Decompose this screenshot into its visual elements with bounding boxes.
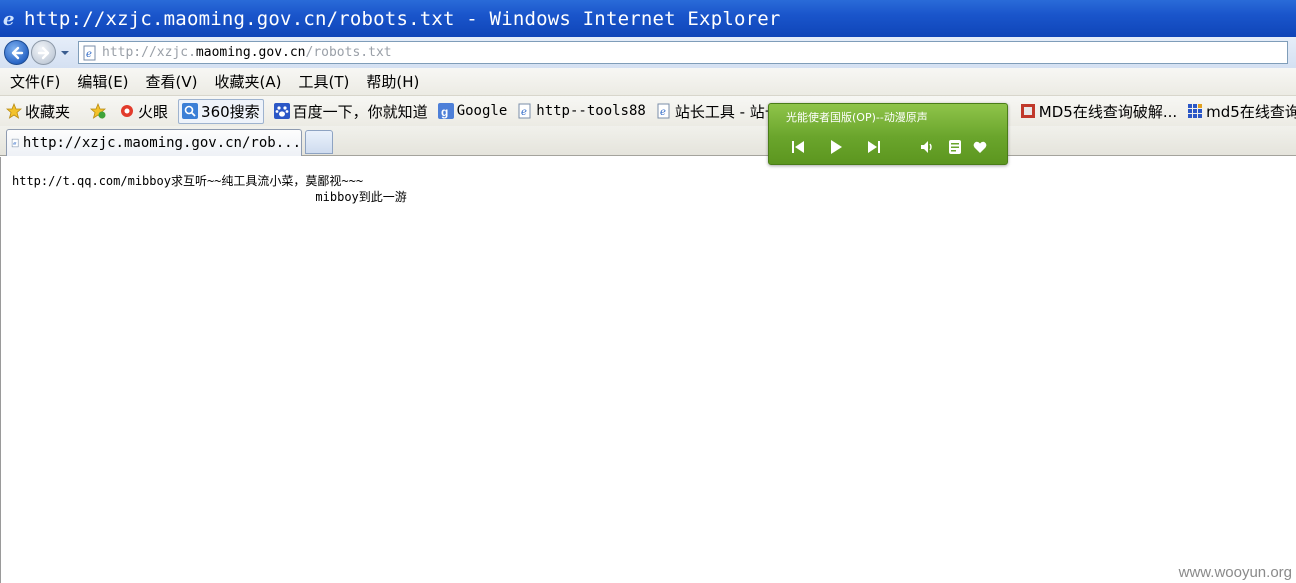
new-tab-button[interactable] bbox=[305, 130, 333, 154]
menu-bar: 文件(F) 编辑(E) 查看(V) 收藏夹(A) 工具(T) 帮助(H) bbox=[0, 68, 1296, 96]
fav-link-baidu[interactable]: 百度一下，你就知道 bbox=[273, 101, 428, 122]
tab-robots[interactable]: e http://xzjc.maoming.gov.cn/rob... bbox=[6, 129, 302, 156]
favorites-label: 收藏夹 bbox=[25, 102, 71, 121]
play-button[interactable] bbox=[827, 138, 845, 156]
title-bar: e http://xzjc.maoming.gov.cn/robots.txt … bbox=[0, 0, 1296, 37]
robots-txt-body: http://t.qq.com/mibboy求互听~~纯工具流小菜，莫鄙视~~~… bbox=[12, 174, 407, 204]
svg-text:g: g bbox=[441, 105, 448, 119]
previous-button[interactable] bbox=[789, 138, 807, 156]
svg-text:e: e bbox=[3, 9, 14, 30]
tab-label: http://xzjc.maoming.gov.cn/rob... bbox=[22, 135, 301, 151]
fav-link-zhanzhang[interactable]: e 站长工具 - 站长 bbox=[656, 101, 780, 122]
star-icon bbox=[6, 103, 22, 119]
svg-text:e: e bbox=[660, 107, 666, 118]
address-suffix: /robots.txt bbox=[305, 45, 392, 60]
address-toolbar: e http://xzjc. maoming.gov.cn/robots.txt bbox=[0, 37, 1296, 68]
baidu-paw-icon bbox=[273, 103, 290, 119]
tab-bar: e http://xzjc.maoming.gov.cn/rob... bbox=[0, 126, 1296, 156]
favorites-button[interactable]: 收藏夹 bbox=[6, 101, 70, 122]
menu-help[interactable]: 帮助(H) bbox=[366, 71, 419, 92]
fav-link-md5-grid[interactable]: md5在线查询破解 bbox=[1187, 101, 1296, 122]
music-mini-player[interactable]: 光能使者国版(OP)--动漫原声 bbox=[768, 103, 1008, 165]
skip-forward-icon bbox=[868, 141, 880, 153]
fav-label: http--tools88 bbox=[536, 103, 646, 119]
ie-logo-icon: e bbox=[3, 9, 14, 30]
play-icon bbox=[831, 140, 842, 154]
fav-link-md5-cmd5[interactable]: MD5在线查询破解... bbox=[1020, 101, 1177, 122]
menu-file[interactable]: 文件(F) bbox=[10, 71, 60, 92]
volume-button[interactable] bbox=[919, 138, 937, 156]
fav-label: 百度一下，你就知道 bbox=[292, 102, 428, 121]
fav-label: md5在线查询破解 bbox=[1206, 102, 1296, 121]
recent-pages-dropdown[interactable] bbox=[58, 46, 72, 60]
ie-page-icon: e bbox=[83, 45, 96, 60]
svg-text:e: e bbox=[521, 107, 527, 118]
fav-label: 站长工具 - 站长 bbox=[674, 102, 780, 121]
google-icon: g bbox=[437, 103, 454, 119]
svg-text:e: e bbox=[86, 49, 92, 60]
playlist-icon bbox=[949, 140, 961, 154]
next-button[interactable] bbox=[865, 138, 883, 156]
ie-page-icon: e bbox=[657, 103, 670, 119]
fav-link-360[interactable]: 360搜索 bbox=[178, 98, 264, 124]
arrow-left-icon bbox=[11, 46, 23, 59]
back-button[interactable] bbox=[4, 40, 29, 65]
arrow-right-icon bbox=[37, 46, 49, 59]
forward-button[interactable] bbox=[31, 40, 56, 65]
fav-link-tools88[interactable]: e http--tools88 bbox=[517, 103, 646, 119]
fav-label: MD5在线查询破解... bbox=[1038, 102, 1178, 121]
window-title: http://xzjc.maoming.gov.cn/robots.txt - … bbox=[24, 7, 781, 30]
add-star-icon bbox=[90, 103, 107, 119]
md5-icon bbox=[1020, 104, 1035, 118]
ie-page-icon: e bbox=[518, 103, 531, 119]
playlist-button[interactable] bbox=[946, 138, 964, 156]
menu-favorites[interactable]: 收藏夹(A) bbox=[215, 71, 282, 92]
fav-label: 360搜索 bbox=[201, 102, 260, 121]
ie-page-icon: e bbox=[11, 138, 19, 147]
fav-link-google[interactable]: g Google bbox=[437, 103, 508, 119]
chevron-down-icon bbox=[61, 50, 69, 55]
menu-edit[interactable]: 编辑(E) bbox=[77, 71, 128, 92]
search-icon bbox=[182, 103, 199, 119]
address-prefix: http://xzjc. bbox=[102, 45, 196, 60]
watermark: www.wooyun.org bbox=[1178, 564, 1292, 581]
page-content: http://t.qq.com/mibboy求互听~~纯工具流小菜，莫鄙视~~~… bbox=[0, 157, 1296, 583]
fav-link-huoyan[interactable]: 火眼 bbox=[119, 101, 168, 122]
song-title: 光能使者国版(OP)--动漫原声 bbox=[786, 111, 928, 124]
eye-icon bbox=[121, 105, 134, 117]
favorite-song-button[interactable] bbox=[971, 138, 989, 156]
heart-icon bbox=[973, 141, 987, 153]
volume-icon bbox=[921, 141, 932, 153]
menu-view[interactable]: 查看(V) bbox=[146, 71, 198, 92]
fav-label: Google bbox=[456, 103, 508, 119]
address-host: maoming.gov.cn bbox=[195, 45, 306, 60]
address-input[interactable]: e http://xzjc. maoming.gov.cn/robots.txt bbox=[78, 41, 1288, 64]
grid-icon bbox=[1188, 104, 1203, 118]
favorites-bar: 收藏夹 火眼 360搜索 百度一下，你就知道 g Google e http--… bbox=[0, 96, 1296, 126]
fav-label: 火眼 bbox=[138, 102, 169, 121]
add-favorite-button[interactable] bbox=[90, 103, 109, 119]
skip-back-icon bbox=[792, 141, 804, 153]
menu-tools[interactable]: 工具(T) bbox=[298, 71, 349, 92]
